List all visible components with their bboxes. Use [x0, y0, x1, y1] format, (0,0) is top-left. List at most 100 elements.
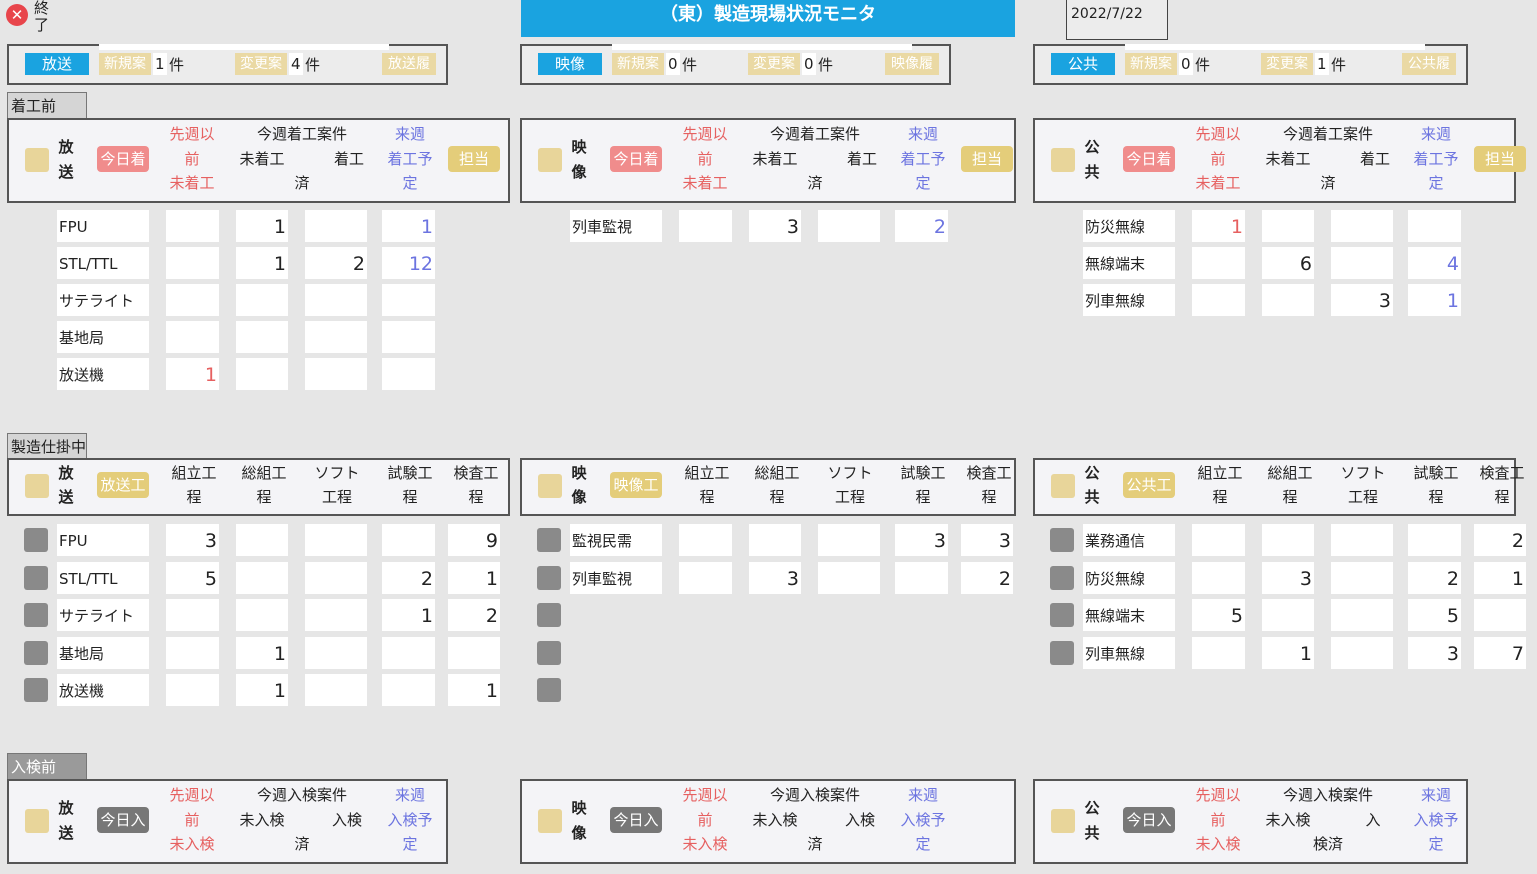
software-value	[818, 561, 880, 594]
new-case-button[interactable]: 新規案	[99, 53, 151, 75]
row-toggle-square[interactable]	[1050, 565, 1074, 590]
inspection-value: 9	[448, 524, 500, 556]
next-week-label: 入検予	[1413, 811, 1459, 829]
assembly-value	[1192, 524, 1245, 556]
summary-tab-1[interactable]: 映像	[538, 53, 602, 75]
next-week-value: 2	[895, 210, 948, 242]
owner-button[interactable]: 担当	[448, 146, 500, 172]
next-week-label: 来週	[1420, 786, 1451, 804]
history-button[interactable]: 公共履	[1402, 53, 1456, 75]
not-started-value	[1262, 284, 1314, 316]
next-week-label: 来週	[1420, 125, 1451, 143]
row-toggle-square[interactable]	[1050, 528, 1074, 552]
today-inspection-button[interactable]: 今日入検	[1123, 807, 1175, 833]
change-case-button[interactable]: 変更案	[1261, 53, 1313, 75]
not-started-value: 3	[749, 210, 801, 242]
row-toggle-square[interactable]	[1050, 640, 1074, 665]
inspected-label: 済	[807, 835, 823, 853]
prev-week-label: 先週以	[169, 125, 215, 143]
this-week-label: 今週入検案件	[769, 786, 860, 804]
process-button[interactable]: 公共工程	[1123, 472, 1175, 498]
prev-week-value	[166, 247, 219, 279]
today-start-button[interactable]: 今日着工	[97, 146, 149, 172]
row-toggle-square[interactable]	[24, 528, 48, 552]
test-value	[382, 674, 435, 706]
row-toggle-square[interactable]	[537, 603, 561, 627]
next-week-label: 定	[915, 835, 931, 853]
category-label: 送	[58, 488, 74, 506]
row-toggle-square[interactable]	[24, 640, 48, 665]
prev-week-label: 前	[1210, 150, 1226, 168]
not-inspected-label: 未入検	[752, 811, 798, 829]
process-button[interactable]: 映像工程	[610, 472, 662, 498]
summary-tab-2[interactable]: 公共	[1051, 53, 1115, 75]
prev-week-value	[166, 321, 219, 353]
exit-close-icon[interactable]: ✕	[6, 4, 28, 26]
summary-tab-0[interactable]: 放送	[25, 53, 89, 75]
inspection-value: 2	[961, 561, 1013, 594]
inspected-label: 入	[1365, 811, 1381, 829]
new-case-button[interactable]: 新規案	[612, 53, 664, 75]
row-label: STL/TTL	[57, 247, 149, 279]
today-start-button[interactable]: 今日着工	[610, 146, 662, 172]
next-week-label: 定	[1428, 835, 1444, 853]
process-col-label: 総組工	[754, 464, 800, 482]
row-toggle-square[interactable]	[537, 565, 561, 590]
not-started-value	[236, 321, 288, 353]
row-toggle-square[interactable]	[24, 565, 48, 590]
prev-week-label: 未着工	[1195, 174, 1241, 192]
assembly-value	[166, 636, 219, 669]
status-square	[1051, 474, 1075, 498]
owner-button[interactable]: 担当	[961, 146, 1013, 172]
owner-button[interactable]: 担当	[1474, 146, 1526, 172]
today-start-button[interactable]: 今日着工	[1123, 146, 1175, 172]
row-toggle-square[interactable]	[537, 640, 561, 665]
process-col-label: 程	[769, 488, 785, 506]
row-toggle-square[interactable]	[537, 678, 561, 702]
new-case-count: 1	[153, 53, 167, 75]
started-label: 着工	[846, 150, 877, 168]
category-label: 共	[1084, 824, 1100, 842]
prev-week-label: 先週以	[169, 786, 215, 804]
prev-week-label: 先週以	[682, 786, 728, 804]
assembly-value	[1192, 636, 1245, 669]
row-label: 基地局	[57, 636, 149, 669]
status-square	[538, 809, 562, 833]
prev-week-label: 前	[1210, 811, 1226, 829]
process-col-label: 程	[186, 488, 202, 506]
next-week-label: 定	[1428, 174, 1444, 192]
row-toggle-square[interactable]	[1050, 603, 1074, 627]
started-value	[1331, 210, 1393, 242]
next-week-label: 来週	[907, 786, 938, 804]
inspection-value	[448, 636, 500, 669]
change-case-button[interactable]: 変更案	[748, 53, 800, 75]
prev-week-value	[679, 210, 732, 242]
status-square	[538, 474, 562, 498]
history-button[interactable]: 放送履	[382, 53, 436, 75]
process-col-label: 検査工	[1479, 464, 1525, 482]
process-col-label: 総組工	[1267, 464, 1313, 482]
test-value: 5	[1408, 599, 1461, 631]
prev-week-label: 前	[697, 150, 713, 168]
started-label: 着工	[333, 150, 364, 168]
not-started-label: 未着工	[239, 150, 285, 168]
change-case-button[interactable]: 変更案	[235, 53, 287, 75]
not-started-value	[1262, 210, 1314, 242]
row-toggle-square[interactable]	[537, 528, 561, 552]
exit-label[interactable]: 終了	[34, 0, 50, 34]
process-col-label: 試験工	[1413, 464, 1459, 482]
today-inspection-button[interactable]: 今日入検	[610, 807, 662, 833]
started-value	[305, 358, 367, 390]
process-button[interactable]: 放送工程	[97, 472, 149, 498]
new-case-button[interactable]: 新規案	[1125, 53, 1177, 75]
history-button[interactable]: 映像履	[885, 53, 939, 75]
category-label: 公	[1084, 799, 1100, 817]
category-label: 映	[571, 464, 587, 482]
row-toggle-square[interactable]	[24, 603, 48, 627]
next-week-value	[382, 321, 435, 353]
row-toggle-square[interactable]	[24, 678, 48, 702]
final-assembly-value: 1	[236, 636, 288, 669]
section-tab-pre-inspection: 入検前	[7, 753, 87, 779]
final-assembly-value	[749, 524, 801, 556]
today-inspection-button[interactable]: 今日入検	[97, 807, 149, 833]
